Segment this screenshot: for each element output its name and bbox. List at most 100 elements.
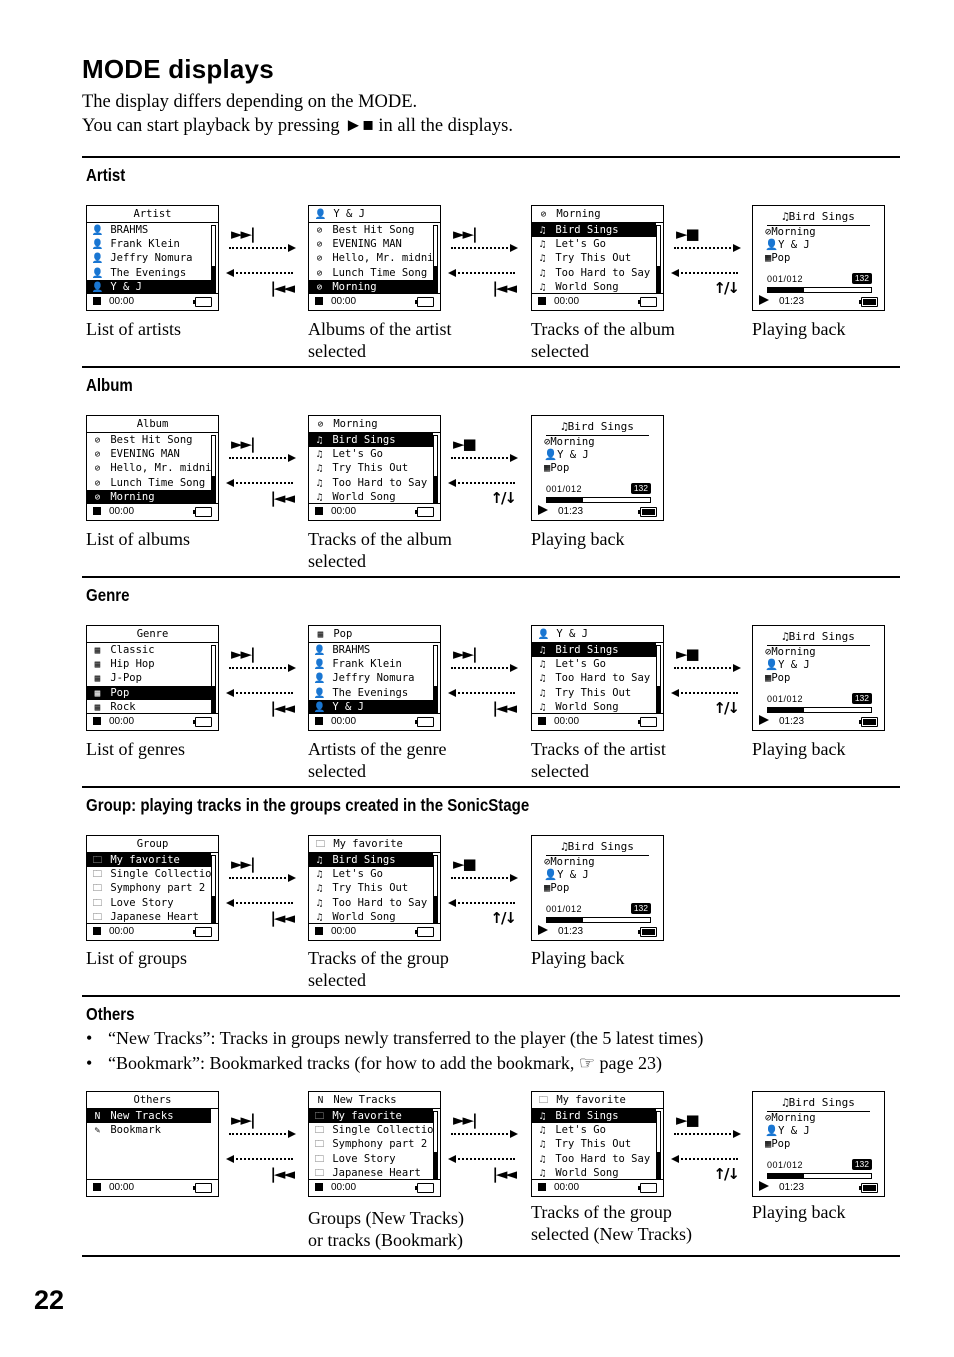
lcd-playback-screen[interactable]: ♫Bird Sings ⊘Morning 👤Y & J ▦Pop 001/012 132 0… <box>752 625 885 731</box>
list-item[interactable]: ⊘ Best Hit Song <box>87 433 211 447</box>
scrollbar-thumb[interactable] <box>434 685 437 712</box>
scrollbar[interactable] <box>433 855 438 923</box>
scrollbar-thumb[interactable] <box>434 1151 437 1178</box>
list-item[interactable]: ♫ Bird Sings <box>532 223 656 238</box>
lcd-list-screen[interactable]: 🗀 My favorite ♫ Bird Sings ♫ Let's Go ♫ Try… <box>308 835 441 941</box>
list-item[interactable]: ⊘ Morning <box>309 279 433 294</box>
list-item[interactable]: N New Tracks <box>87 1109 211 1124</box>
scrollbar-thumb[interactable] <box>212 475 215 502</box>
list-item[interactable]: 👤 Y & J <box>309 699 433 714</box>
list-item[interactable]: 🗀 Love Story <box>309 1152 433 1166</box>
lcd-list-screen[interactable]: Others N New Tracks ✎ Bookmark 00:00 <box>86 1091 219 1197</box>
list-item[interactable]: ♫ Bird Sings <box>532 643 656 658</box>
scrollbar[interactable] <box>656 225 661 293</box>
list-item[interactable]: ♫ Bird Sings <box>309 853 433 868</box>
scrollbar-thumb[interactable] <box>657 265 660 292</box>
list-item[interactable]: 👤 Frank Klein <box>309 657 433 671</box>
scrollbar[interactable] <box>656 1111 661 1179</box>
scrollbar[interactable] <box>433 225 438 293</box>
lcd-list-screen[interactable]: ▦ Pop 👤 BRAHMS 👤 Frank Klein 👤 Jeffry Nomur… <box>308 625 441 731</box>
list-item[interactable]: 🗀 Single Collectio <box>87 867 211 881</box>
lcd-playback-screen[interactable]: ♫Bird Sings ⊘Morning 👤Y & J ▦Pop 001/012 132 0… <box>752 205 885 311</box>
list-item[interactable]: 👤 BRAHMS <box>87 223 211 237</box>
list-item[interactable]: ▦ Classic <box>87 643 211 657</box>
list-item[interactable]: 🗀 Symphony part 2 <box>309 1137 433 1151</box>
list-item[interactable]: ♫ Too Hard to Say <box>532 266 656 280</box>
lcd-playback-screen[interactable]: ♫Bird Sings ⊘Morning 👤Y & J ▦Pop 001/012 132 0… <box>752 1091 885 1197</box>
scrollbar-thumb[interactable] <box>212 265 215 292</box>
list-item[interactable]: ▦ Pop <box>87 685 211 700</box>
scrollbar[interactable] <box>433 435 438 503</box>
list-item[interactable]: ♫ World Song <box>532 700 656 714</box>
list-item[interactable]: ♫ Too Hard to Say <box>532 1152 656 1166</box>
list-item[interactable]: ⊘ EVENING MAN <box>87 447 211 461</box>
lcd-list-screen[interactable]: Genre ▦ Classic ▦ Hip Hop ▦ J-Pop ▦ Pop ▦ Roc… <box>86 625 219 731</box>
list-item[interactable]: ♫ Let's Go <box>532 1123 656 1137</box>
lcd-list-screen[interactable]: Artist 👤 BRAHMS 👤 Frank Klein 👤 Jeffry Nomu… <box>86 205 219 311</box>
scrollbar-thumb[interactable] <box>434 265 437 292</box>
lcd-list-screen[interactable]: ⊘ Morning ♫ Bird Sings ♫ Let's Go ♫ Try Thi… <box>308 415 441 521</box>
list-item[interactable]: 🗀 Symphony part 2 <box>87 881 211 895</box>
scrollbar[interactable] <box>211 855 216 923</box>
list-item[interactable]: ♫ World Song <box>309 910 433 924</box>
scrollbar[interactable] <box>433 645 438 713</box>
lcd-list-screen[interactable]: 🗀 My favorite ♫ Bird Sings ♫ Let's Go ♫ Try… <box>531 1091 664 1197</box>
lcd-list-screen[interactable]: Group 🗀 My favorite 🗀 Single Collectio 🗀 Sy… <box>86 835 219 941</box>
list-item[interactable]: ♫ Too Hard to Say <box>532 671 656 685</box>
list-item[interactable]: ♫ Try This Out <box>309 461 433 475</box>
list-item[interactable]: ♫ Try This Out <box>532 686 656 700</box>
list-item[interactable]: ✎ Bookmark <box>87 1123 211 1137</box>
list-item[interactable]: ♫ World Song <box>532 280 656 294</box>
scrollbar-thumb[interactable] <box>212 895 215 922</box>
scrollbar[interactable] <box>433 1111 438 1179</box>
list-item[interactable]: 🗀 Japanese Heart <box>87 910 211 924</box>
scrollbar-thumb[interactable] <box>657 685 660 712</box>
list-item[interactable]: ♫ Bird Sings <box>309 433 433 448</box>
list-item[interactable]: ⊘ Morning <box>87 489 211 504</box>
list-item[interactable]: ♫ World Song <box>309 490 433 504</box>
list-item[interactable]: ♫ Try This Out <box>532 251 656 265</box>
scrollbar[interactable] <box>211 435 216 503</box>
scrollbar[interactable] <box>656 645 661 713</box>
list-item[interactable]: 👤 The Evenings <box>309 686 433 700</box>
list-item[interactable]: ♫ Try This Out <box>532 1137 656 1151</box>
list-item[interactable]: ⊘ EVENING MAN <box>309 237 433 251</box>
list-item[interactable]: 🗀 My favorite <box>309 1109 433 1124</box>
lcd-playback-screen[interactable]: ♫Bird Sings ⊘Morning 👤Y & J ▦Pop 001/012 132 0… <box>531 415 664 521</box>
list-item[interactable]: ♫ Let's Go <box>309 447 433 461</box>
list-item[interactable]: ⊘ Best Hit Song <box>309 223 433 237</box>
list-item[interactable]: ♫ Try This Out <box>309 881 433 895</box>
list-item[interactable]: 👤 Jeffry Nomura <box>309 671 433 685</box>
list-item[interactable]: 👤 The Evenings <box>87 266 211 280</box>
list-item[interactable]: 👤 Frank Klein <box>87 237 211 251</box>
list-item[interactable]: ♫ World Song <box>532 1166 656 1180</box>
list-item[interactable]: ♫ Bird Sings <box>532 1109 656 1124</box>
list-item[interactable]: ⊘ Hello, Mr. midni <box>309 251 433 265</box>
lcd-list-screen[interactable]: N New Tracks 🗀 My favorite 🗀 Single Collec… <box>308 1091 441 1197</box>
scrollbar-thumb[interactable] <box>434 895 437 922</box>
list-item[interactable]: ♫ Let's Go <box>532 657 656 671</box>
list-item[interactable]: 🗀 My favorite <box>87 853 211 868</box>
scrollbar-thumb[interactable] <box>657 1151 660 1178</box>
lcd-list-screen[interactable]: 👤 Y & J ♫ Bird Sings ♫ Let's Go ♫ Too Hard … <box>531 625 664 731</box>
list-item[interactable]: ♫ Let's Go <box>309 867 433 881</box>
list-item[interactable]: 👤 Y & J <box>87 279 211 294</box>
lcd-playback-screen[interactable]: ♫Bird Sings ⊘Morning 👤Y & J ▦Pop 001/012 132 0… <box>531 835 664 941</box>
lcd-list-screen[interactable]: Album ⊘ Best Hit Song ⊘ EVENING MAN ⊘ Hello… <box>86 415 219 521</box>
list-item[interactable]: ▦ Hip Hop <box>87 657 211 671</box>
lcd-list-screen[interactable]: 👤 Y & J ⊘ Best Hit Song ⊘ EVENING MAN ⊘ Hel… <box>308 205 441 311</box>
list-item[interactable]: ♫ Too Hard to Say <box>309 476 433 490</box>
scrollbar-thumb[interactable] <box>212 685 215 712</box>
list-item[interactable]: ⊘ Hello, Mr. midni <box>87 461 211 475</box>
scrollbar[interactable] <box>211 645 216 713</box>
list-item[interactable]: 👤 BRAHMS <box>309 643 433 657</box>
list-item[interactable]: 🗀 Japanese Heart <box>309 1166 433 1180</box>
list-item[interactable]: ⊘ Lunch Time Song <box>309 266 433 280</box>
list-item[interactable]: 🗀 Single Collectio <box>309 1123 433 1137</box>
list-item[interactable]: 🗀 Love Story <box>87 896 211 910</box>
scrollbar-thumb[interactable] <box>434 475 437 502</box>
lcd-list-screen[interactable]: ⊘ Morning ♫ Bird Sings ♫ Let's Go ♫ Try Thi… <box>531 205 664 311</box>
list-item[interactable]: ♫ Let's Go <box>532 237 656 251</box>
list-item[interactable]: 👤 Jeffry Nomura <box>87 251 211 265</box>
list-item[interactable]: ⊘ Lunch Time Song <box>87 476 211 490</box>
